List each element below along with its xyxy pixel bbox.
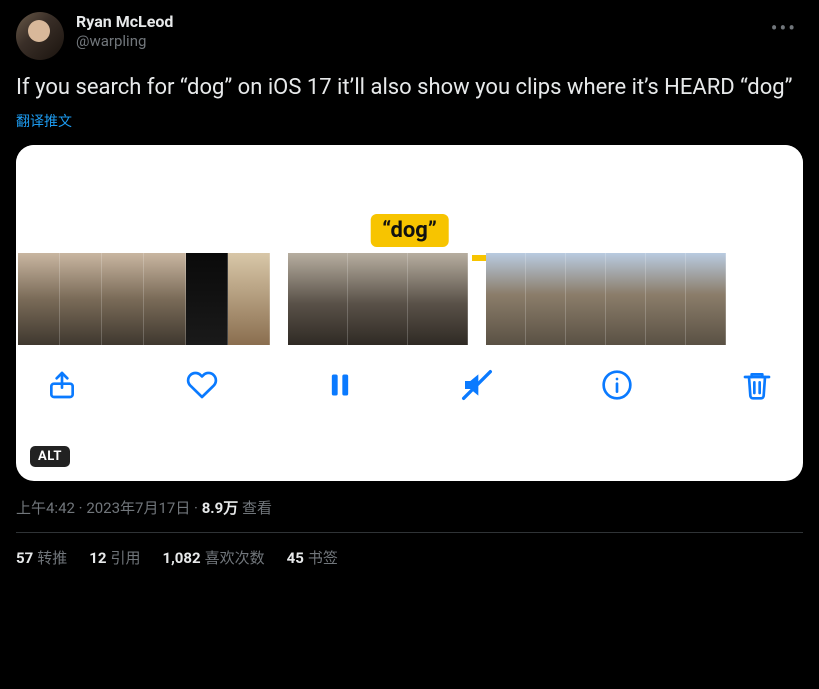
media-top: “dog”	[16, 145, 803, 253]
clip-thumb	[102, 253, 144, 345]
tweet-date[interactable]: 2023年7月17日	[86, 499, 190, 517]
bookmarks-stat[interactable]: 45书签	[287, 547, 338, 568]
clip-group-1[interactable]	[18, 253, 270, 345]
likes-stat[interactable]: 1,082喜欢次数	[162, 547, 264, 568]
tweet-meta: 上午4:42 · 2023年7月17日 · 8.9万 查看	[16, 497, 803, 518]
divider	[16, 532, 803, 533]
clip-thumb	[348, 253, 408, 345]
clip-thumb	[566, 253, 606, 345]
clip-group-2[interactable]	[288, 253, 468, 345]
clip-thumb	[144, 253, 186, 345]
share-icon[interactable]	[46, 369, 78, 401]
clip-strip	[16, 253, 803, 345]
clip-thumb	[186, 253, 228, 345]
tweet-stats: 57转推 12引用 1,082喜欢次数 45书签	[16, 547, 803, 568]
tweet: Ryan McLeod @warpling ••• If you search …	[16, 12, 803, 568]
tweet-text: If you search for “dog” on iOS 17 it’ll …	[16, 74, 803, 103]
retweets-stat[interactable]: 57转推	[16, 547, 67, 568]
more-icon[interactable]: •••	[765, 12, 803, 44]
tweet-time[interactable]: 上午4:42	[16, 499, 75, 517]
clip-thumb	[526, 253, 566, 345]
trash-icon[interactable]	[741, 369, 773, 401]
tweet-header: Ryan McLeod @warpling •••	[16, 12, 803, 60]
alt-badge[interactable]: ALT	[30, 446, 70, 467]
info-icon[interactable]	[601, 369, 633, 401]
handle: @warpling	[76, 32, 173, 51]
translate-link[interactable]: 翻译推文	[16, 111, 72, 131]
clip-thumb	[486, 253, 526, 345]
clip-thumb	[408, 253, 468, 345]
author-names[interactable]: Ryan McLeod @warpling	[76, 12, 173, 51]
media-controls	[16, 345, 803, 401]
search-term-badge: “dog”	[370, 214, 449, 247]
pause-icon[interactable]	[326, 371, 354, 399]
volume-mute-icon[interactable]	[461, 369, 493, 401]
clip-group-3[interactable]	[486, 253, 726, 345]
clip-thumb	[228, 253, 270, 345]
views-label: 查看	[242, 499, 272, 517]
display-name: Ryan McLeod	[76, 12, 173, 32]
quotes-stat[interactable]: 12引用	[89, 547, 140, 568]
clip-thumb	[288, 253, 348, 345]
clip-thumb	[60, 253, 102, 345]
views-count: 8.9万	[202, 499, 239, 517]
clip-thumb	[18, 253, 60, 345]
media-card[interactable]: “dog”	[16, 145, 803, 481]
clip-thumb	[606, 253, 646, 345]
avatar[interactable]	[16, 12, 64, 60]
clip-thumb	[686, 253, 726, 345]
clip-thumb	[646, 253, 686, 345]
heart-icon[interactable]	[186, 369, 218, 401]
